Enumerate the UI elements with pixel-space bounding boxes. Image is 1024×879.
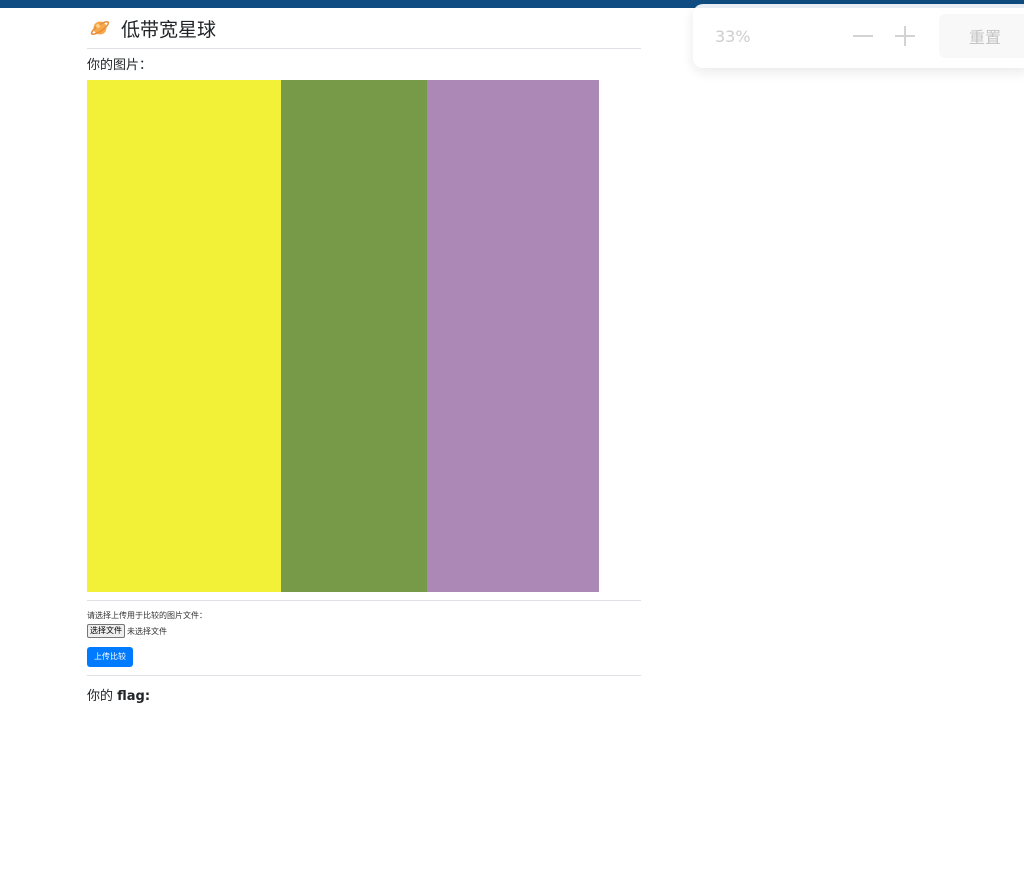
choose-file-button[interactable]: 选择文件 bbox=[87, 624, 125, 638]
flag-label: 你的 flag: bbox=[87, 685, 641, 704]
no-file-text: 未选择文件 bbox=[127, 626, 167, 636]
image-stripe-1 bbox=[87, 80, 282, 592]
image-stripe-3 bbox=[426, 80, 599, 592]
reset-button[interactable]: 重置 bbox=[939, 14, 1024, 58]
divider bbox=[87, 675, 641, 676]
planet-icon bbox=[89, 17, 111, 39]
minus-icon[interactable] bbox=[849, 22, 877, 50]
zoom-toolbar: 33% 重置 bbox=[693, 4, 1024, 68]
plus-icon[interactable] bbox=[891, 22, 919, 50]
header: 低带宽星球 bbox=[87, 8, 641, 49]
upload-form: 请选择上传用于比较的图片文件： 选择文件 未选择文件 上传比较 bbox=[87, 601, 641, 675]
upload-compare-button[interactable]: 上传比较 bbox=[87, 647, 133, 667]
page-title: 低带宽星球 bbox=[121, 18, 217, 41]
your-image bbox=[87, 80, 599, 592]
image-stripe-2 bbox=[281, 80, 427, 592]
your-image-label: 你的图片： bbox=[87, 58, 153, 73]
file-input: 选择文件 未选择文件 bbox=[87, 624, 641, 638]
flag-prefix: 你的 bbox=[87, 689, 118, 704]
zoom-level: 33% bbox=[715, 26, 751, 46]
main-container: 低带宽星球 你的图片： 请选择上传用于比较的图片文件： 选择文件 未选择文件 上… bbox=[87, 8, 641, 704]
upload-prompt: 请选择上传用于比较的图片文件： bbox=[87, 611, 207, 620]
flag-keyword: flag: bbox=[117, 689, 151, 704]
